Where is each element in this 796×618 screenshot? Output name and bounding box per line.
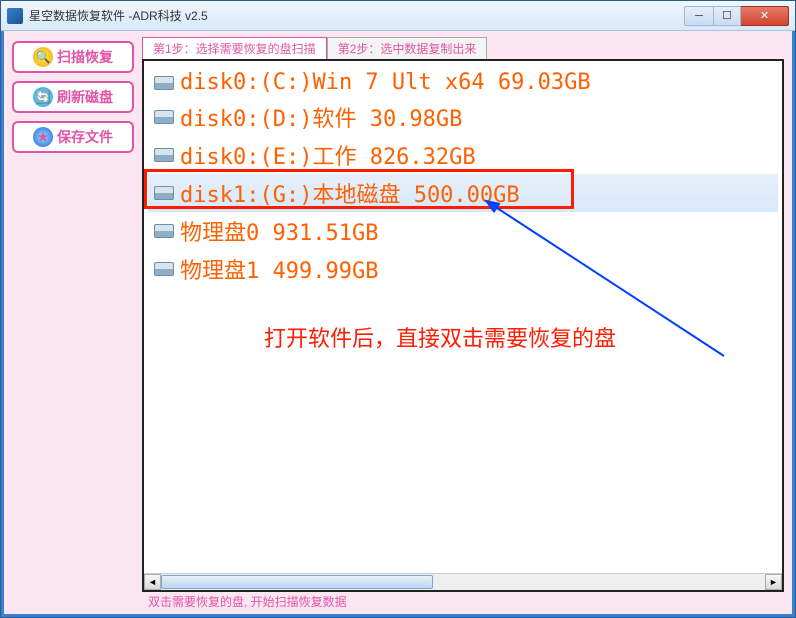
refresh-disk-button[interactable]: 🔄 刷新磁盘 <box>12 81 134 113</box>
app-body: 🔍 扫描恢复 🔄 刷新磁盘 ★ 保存文件 第1步：选择需要恢复的盘扫描 第2步：… <box>1 31 795 617</box>
disk-label: disk0:(C:)Win 7 Ult x64 69.03GB <box>180 70 591 95</box>
disk-label: disk1:(G:)本地磁盘 500.00GB <box>180 177 520 209</box>
save-file-button[interactable]: ★ 保存文件 <box>12 121 134 153</box>
disk-label: disk0:(E:)工作 826.32GB <box>180 139 476 171</box>
annotation-text: 打开软件后，直接双击需要恢复的盘 <box>264 321 616 353</box>
disk-icon <box>154 186 174 200</box>
tab-step2[interactable]: 第2步：选中数据复制出来 <box>327 37 488 59</box>
disk-icon <box>154 76 174 90</box>
refresh-icon: 🔄 <box>33 87 53 107</box>
disk-icon <box>154 148 174 162</box>
scan-recover-button[interactable]: 🔍 扫描恢复 <box>12 41 134 73</box>
scroll-left-button[interactable]: ◄ <box>144 574 161 590</box>
window-controls: ─ ☐ ✕ <box>684 6 789 26</box>
disk-label: 物理盘1 499.99GB <box>180 253 378 285</box>
scroll-thumb[interactable] <box>161 575 433 589</box>
disk-list-box: disk0:(C:)Win 7 Ult x64 69.03GB disk0:(D:… <box>142 59 784 592</box>
disk-list: disk0:(C:)Win 7 Ult x64 69.03GB disk0:(D:… <box>144 61 782 294</box>
maximize-button[interactable]: ☐ <box>714 6 741 26</box>
app-icon <box>7 8 23 24</box>
close-button[interactable]: ✕ <box>741 6 789 26</box>
disk-icon <box>154 110 174 124</box>
disk-icon <box>154 224 174 238</box>
scroll-right-button[interactable]: ► <box>765 574 782 590</box>
refresh-label: 刷新磁盘 <box>57 87 113 107</box>
minimize-button[interactable]: ─ <box>684 6 714 26</box>
disk-icon <box>154 262 174 276</box>
disk-label: 物理盘0 931.51GB <box>180 215 378 247</box>
disk-row[interactable]: disk0:(C:)Win 7 Ult x64 69.03GB <box>148 67 778 98</box>
sidebar: 🔍 扫描恢复 🔄 刷新磁盘 ★ 保存文件 <box>4 31 142 614</box>
disk-label: disk0:(D:)软件 30.98GB <box>180 101 462 133</box>
magnifier-icon: 🔍 <box>33 47 53 67</box>
titlebar[interactable]: 星空数据恢复软件 -ADR科技 v2.5 ─ ☐ ✕ <box>1 1 795 31</box>
horizontal-scrollbar[interactable]: ◄ ► <box>144 573 782 590</box>
main-panel: 第1步：选择需要恢复的盘扫描 第2步：选中数据复制出来 disk0:(C:)Wi… <box>142 31 792 614</box>
step-tabs: 第1步：选择需要恢复的盘扫描 第2步：选中数据复制出来 <box>142 37 784 59</box>
save-icon: ★ <box>33 127 53 147</box>
window-title: 星空数据恢复软件 -ADR科技 v2.5 <box>29 7 684 24</box>
disk-row[interactable]: 物理盘1 499.99GB <box>148 250 778 288</box>
disk-row[interactable]: 物理盘0 931.51GB <box>148 212 778 250</box>
scroll-track[interactable] <box>161 574 765 590</box>
disk-row[interactable]: disk1:(G:)本地磁盘 500.00GB <box>148 174 778 212</box>
disk-row[interactable]: disk0:(E:)工作 826.32GB <box>148 136 778 174</box>
tab-step1[interactable]: 第1步：选择需要恢复的盘扫描 <box>142 37 327 59</box>
disk-row[interactable]: disk0:(D:)软件 30.98GB <box>148 98 778 136</box>
save-label: 保存文件 <box>57 127 113 147</box>
scan-label: 扫描恢复 <box>57 47 113 67</box>
status-bar: 双击需要恢复的盘, 开始扫描恢复数据 <box>142 592 784 610</box>
app-window: 星空数据恢复软件 -ADR科技 v2.5 ─ ☐ ✕ 🔍 扫描恢复 🔄 刷新磁盘… <box>0 0 796 618</box>
